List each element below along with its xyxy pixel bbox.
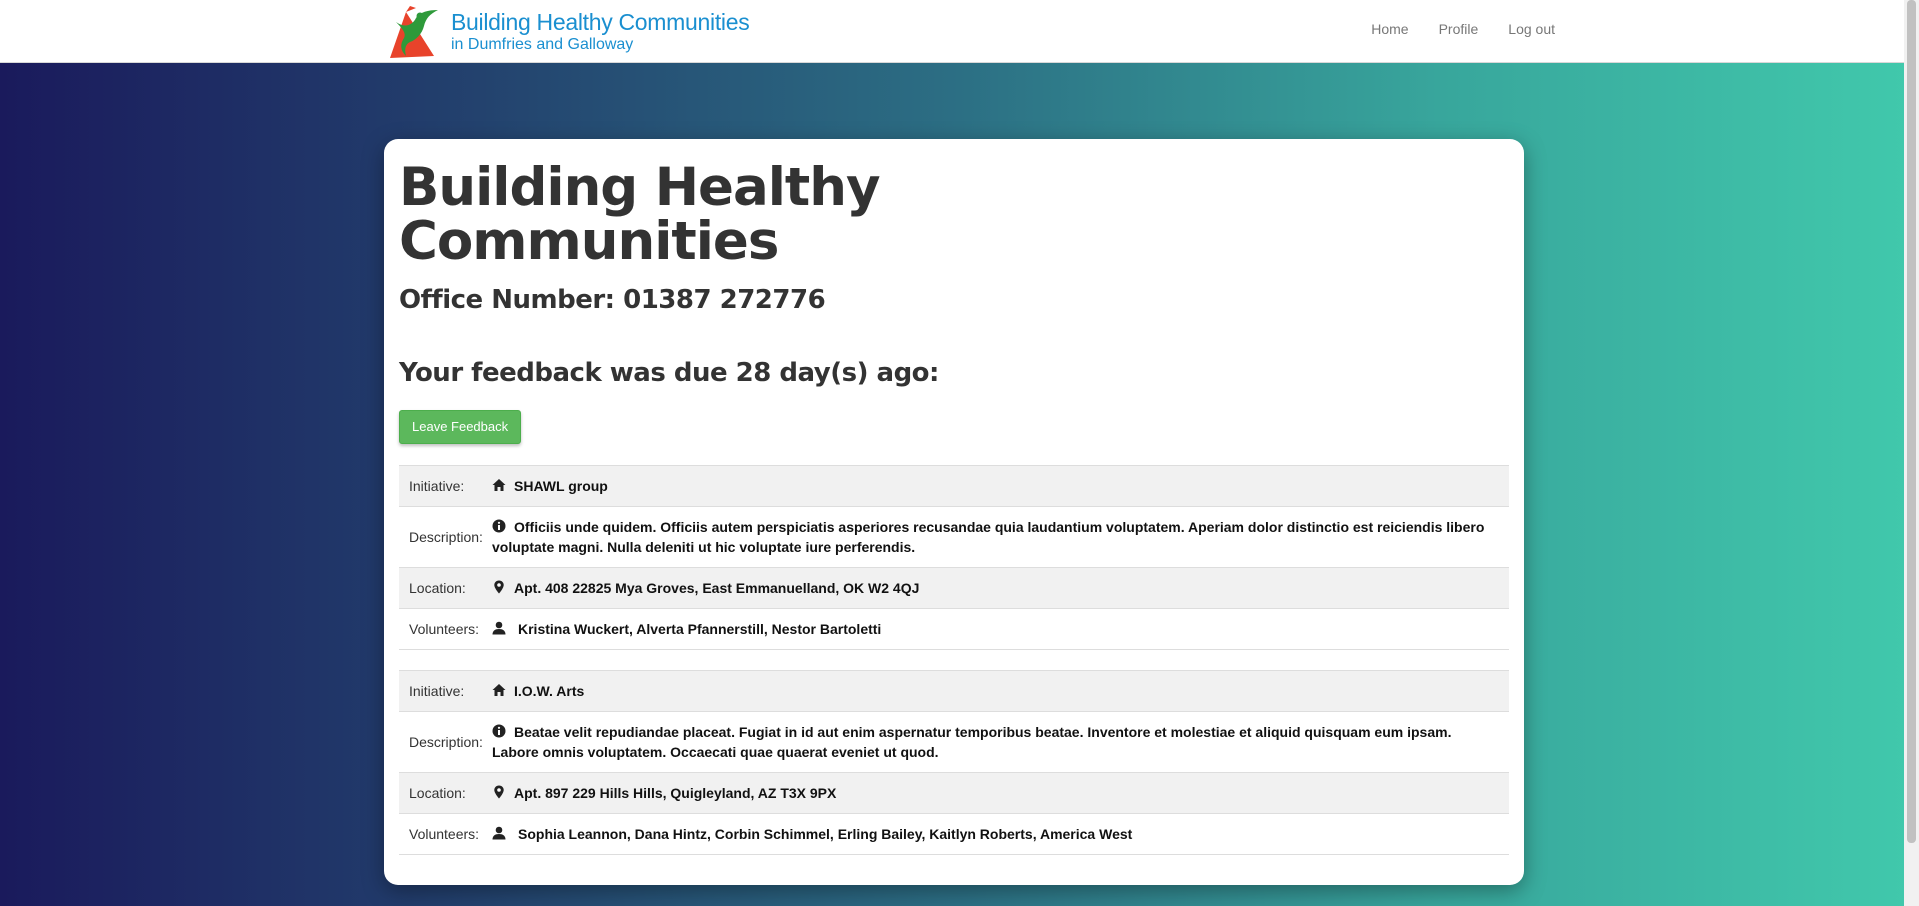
initiative-location: Apt. 408 22825 Mya Groves, East Emmanuel… <box>514 580 920 596</box>
description-value: Officiis unde quidem. Officiis autem per… <box>492 506 1509 568</box>
page-title-line-2: Communities <box>399 211 779 272</box>
nav-home-link[interactable]: Home <box>1371 21 1408 37</box>
brand-title: Building Healthy Communities <box>451 9 750 35</box>
description-value: Beatae velit repudiandae placeat. Fugiat… <box>492 711 1509 773</box>
initiative-label: Initiative: <box>399 670 492 712</box>
initiative-label: Initiative: <box>399 465 492 507</box>
feedback-due-heading: Your feedback was due 28 day(s) ago: <box>399 358 939 388</box>
page-title: Building Healthy Communities <box>399 161 1509 269</box>
location-label: Location: <box>399 772 492 814</box>
nav-profile-link[interactable]: Profile <box>1439 21 1479 37</box>
office-number: Office Number: 01387 272776 <box>399 285 826 315</box>
initiative-value: I.O.W. Arts <box>492 670 1509 712</box>
location-value: Apt. 897 229 Hills Hills, Quigleyland, A… <box>492 772 1509 814</box>
volunteers-row: Volunteers: Sophia Leannon, Dana Hintz, … <box>399 813 1509 855</box>
brand[interactable]: Building Healthy Communities in Dumfries… <box>386 4 750 60</box>
home-icon <box>492 684 506 696</box>
location-row: Location: Apt. 408 22825 Mya Groves, Eas… <box>399 567 1509 609</box>
leave-feedback-button[interactable]: Leave Feedback <box>399 410 522 444</box>
initiative-description: Officiis unde quidem. Officiis autem per… <box>492 519 1485 555</box>
volunteers-label: Volunteers: <box>399 813 492 855</box>
initiative-name: SHAWL group <box>514 478 608 494</box>
initiative-description: Beatae velit repudiandae placeat. Fugiat… <box>492 724 1452 760</box>
user-icon <box>492 621 506 635</box>
volunteers-value: Kristina Wuckert, Alverta Pfannerstill, … <box>492 608 1509 650</box>
initiative-row: Initiative: I.O.W. Arts <box>399 670 1509 712</box>
map-marker-icon <box>494 785 504 799</box>
home-icon <box>492 479 506 491</box>
description-row: Description: Officiis unde quidem. Offic… <box>399 506 1509 568</box>
initiative-volunteers: Sophia Leannon, Dana Hintz, Corbin Schim… <box>518 826 1133 842</box>
nav-logout-link[interactable]: Log out <box>1508 21 1555 37</box>
initiative-table: Initiative: SHAWL group Description: Off… <box>399 465 1509 650</box>
volunteers-value: Sophia Leannon, Dana Hintz, Corbin Schim… <box>492 813 1509 855</box>
initiatives-list: Initiative: SHAWL group Description: Off… <box>399 465 1509 855</box>
nav-links: Home Profile Log out <box>1371 21 1555 37</box>
initiative-value: SHAWL group <box>492 465 1509 507</box>
page-scrollbar[interactable] <box>1904 0 1919 906</box>
location-value: Apt. 408 22825 Mya Groves, East Emmanuel… <box>492 567 1509 609</box>
description-label: Description: <box>399 506 492 568</box>
brand-subtitle: in Dumfries and Galloway <box>451 36 634 53</box>
initiative-row: Initiative: SHAWL group <box>399 465 1509 507</box>
volunteers-label: Volunteers: <box>399 608 492 650</box>
initiative-table: Initiative: I.O.W. Arts Description: Bea… <box>399 670 1509 855</box>
info-sign-icon <box>492 724 506 738</box>
info-sign-icon <box>492 519 506 533</box>
scrollbar-thumb[interactable] <box>1907 0 1916 843</box>
page-title-line-1: Building Healthy <box>399 157 881 218</box>
map-marker-icon <box>494 580 504 594</box>
location-row: Location: Apt. 897 229 Hills Hills, Quig… <box>399 772 1509 814</box>
main-panel: Building Healthy Communities Office Numb… <box>384 139 1524 885</box>
location-label: Location: <box>399 567 492 609</box>
volunteers-row: Volunteers: Kristina Wuckert, Alverta Pf… <box>399 608 1509 650</box>
initiative-volunteers: Kristina Wuckert, Alverta Pfannerstill, … <box>518 621 882 637</box>
initiative-name: I.O.W. Arts <box>514 683 585 699</box>
description-row: Description: Beatae velit repudiandae pl… <box>399 711 1509 773</box>
description-label: Description: <box>399 711 492 773</box>
bhc-logo-icon <box>390 6 438 58</box>
initiative-location: Apt. 897 229 Hills Hills, Quigleyland, A… <box>514 785 837 801</box>
user-icon <box>492 826 506 840</box>
top-navbar: Building Healthy Communities in Dumfries… <box>0 0 1919 63</box>
